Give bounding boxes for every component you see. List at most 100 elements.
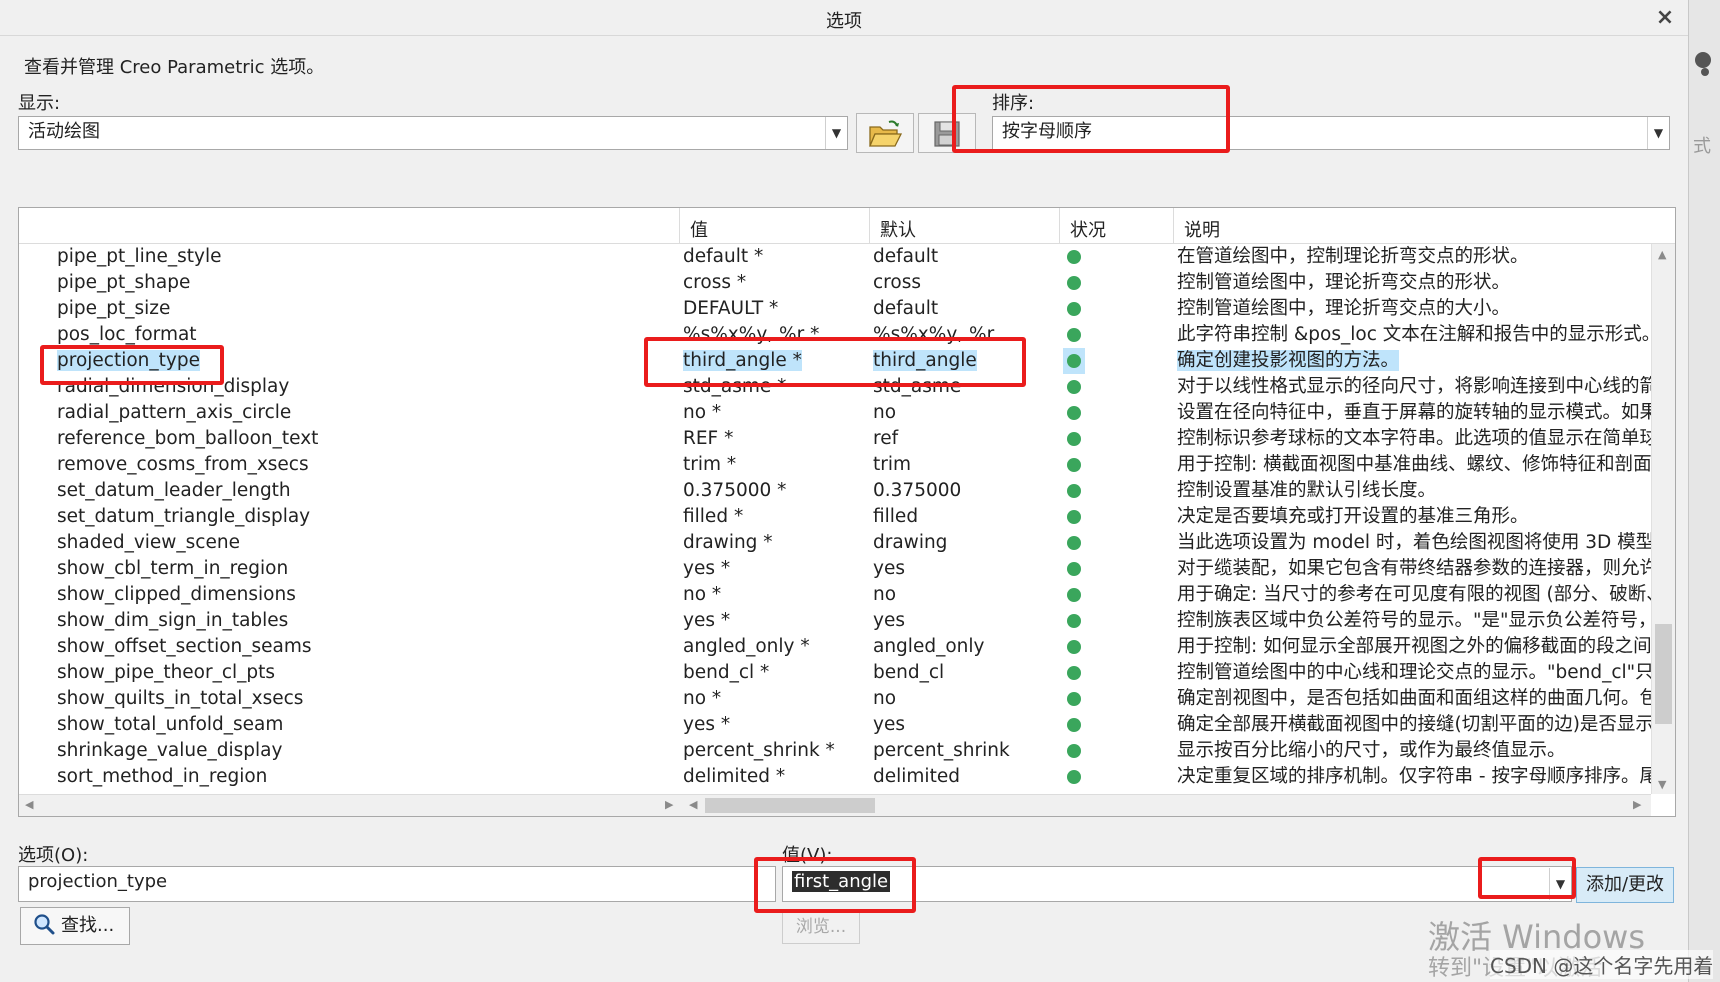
option-default-cell: no: [873, 686, 896, 712]
option-name-cell: remove_cosms_from_xsecs: [57, 452, 309, 478]
status-dot-icon: [1067, 666, 1081, 680]
option-default-cell-text: cross: [873, 272, 921, 293]
option-name-cell: shrinkage_value_display: [57, 738, 282, 764]
table-row[interactable]: shaded_view_scene drawing * drawing 当此选项设置为…: [19, 530, 1651, 556]
option-description-cell: 确定剖视图中，是否包括如曲面和面组这样的曲面几何。包括: [1177, 686, 1651, 712]
option-default-cell-text: angled_only: [873, 636, 985, 657]
option-default-cell-text: trim: [873, 454, 912, 475]
table-row[interactable]: remove_cosms_from_xsecs trim * trim 用于控制: 横…: [19, 452, 1651, 478]
option-description-cell-text: 用于确定: 当尺寸的参考在可见度有限的视图 (部分、破断、斜: [1177, 584, 1651, 605]
option-default-cell: trim: [873, 452, 911, 478]
option-value-cell-text: DEFAULT *: [683, 298, 779, 319]
option-default-cell: yes: [873, 712, 905, 738]
vertical-scrollbar[interactable]: ▲ ▼: [1651, 244, 1675, 794]
add-change-button[interactable]: 添加/更改: [1576, 867, 1674, 903]
horizontal-scrollbar-values[interactable]: ◀ ▶: [683, 794, 1651, 816]
option-name-cell: show_dim_sign_in_tables: [57, 608, 288, 634]
column-header-name[interactable]: [19, 208, 679, 244]
status-dot-icon: [1067, 536, 1081, 550]
browse-button[interactable]: 浏览...: [782, 910, 860, 944]
option-value-cell: percent_shrink *: [683, 738, 835, 764]
option-description-cell-text: 显示按百分比缩小的尺寸，或作为最终值显示。: [1177, 740, 1566, 761]
annotation-box-dropdown: [1478, 857, 1576, 899]
option-description-cell-text: 对于以线性格式显示的径向尺寸，将影响连接到中心线的箭头: [1177, 376, 1651, 397]
table-row[interactable]: show_clipped_dimensions no * no 用于确定: 当尺寸的参…: [19, 582, 1651, 608]
table-row[interactable]: radial_pattern_axis_circle no * no 设置在径向特征中…: [19, 400, 1651, 426]
option-value-cell: no *: [683, 686, 721, 712]
horizontal-scrollbar-names[interactable]: ◀ ▶: [19, 794, 683, 816]
option-input[interactable]: projection_type: [18, 866, 776, 902]
option-description-cell-text: 控制管道绘图中，理论折弯交点的形状。: [1177, 272, 1511, 293]
option-value-cell: bend_cl *: [683, 660, 769, 686]
table-row[interactable]: set_datum_triangle_display filled * filled…: [19, 504, 1651, 530]
close-button[interactable]: ×: [1650, 4, 1680, 32]
display-select[interactable]: 活动绘图 ▼: [18, 116, 848, 150]
option-default-cell-text: no: [873, 688, 897, 709]
table-row[interactable]: set_datum_leader_length 0.375000 * 0.37500…: [19, 478, 1651, 504]
option-value-cell: REF *: [683, 426, 733, 452]
open-config-button[interactable]: [856, 113, 914, 153]
option-name-cell-text: radial_pattern_axis_circle: [57, 402, 292, 423]
folder-open-icon: [869, 120, 903, 147]
column-header-description[interactable]: 说明: [1173, 208, 1651, 244]
option-name-cell: show_pipe_theor_cl_pts: [57, 660, 275, 686]
column-header-default[interactable]: 默认: [869, 208, 1059, 244]
option-default-cell: delimited: [873, 764, 960, 790]
option-default-cell-text: 0.375000: [873, 480, 962, 501]
option-default-cell-text: filled: [873, 506, 919, 527]
option-name-cell-text: show_total_unfold_seam: [57, 714, 284, 735]
table-row[interactable]: pipe_pt_shape cross * cross 控制管道绘图中，理论折弯交点的…: [19, 270, 1651, 296]
table-row[interactable]: sort_method_in_region delimited * delimite…: [19, 764, 1651, 790]
option-value-cell-text: no *: [683, 584, 722, 605]
table-row[interactable]: show_total_unfold_seam yes * yes 确定全部展开横截面视…: [19, 712, 1651, 738]
option-name-cell: sort_method_in_region: [57, 764, 267, 790]
option-default-cell: 0.375000: [873, 478, 961, 504]
table-row[interactable]: pipe_pt_size DEFAULT * default 控制管道绘图中，理论折弯…: [19, 296, 1651, 322]
status-dot-icon: [1067, 614, 1081, 628]
option-name-cell-text: sort_method_in_region: [57, 766, 268, 787]
option-description-cell: 用于控制: 横截面视图中基准曲线、螺纹、修饰特征和剖面线: [1177, 452, 1651, 478]
option-default-cell: ref: [873, 426, 898, 452]
option-description-cell-text: 确定全部展开横截面视图中的接缝(切割平面的边)是否显示。: [1177, 714, 1651, 735]
column-header-value[interactable]: 值: [679, 208, 869, 244]
annotation-box-new-value: [754, 857, 916, 913]
option-description-cell: 控制设置基准的默认引线长度。: [1177, 478, 1651, 504]
table-row[interactable]: pipe_pt_line_style default * default 在管道绘图中…: [19, 244, 1651, 270]
option-value-cell: drawing *: [683, 530, 773, 556]
find-button[interactable]: 查找...: [20, 907, 130, 945]
option-name-cell-text: shaded_view_scene: [57, 532, 240, 553]
table-row[interactable]: show_cbl_term_in_region yes * yes 对于缆装配，如果它…: [19, 556, 1651, 582]
option-default-cell: yes: [873, 556, 905, 582]
option-name-cell: pipe_pt_shape: [57, 270, 190, 296]
option-description-cell-text: 控制设置基准的默认引线长度。: [1177, 480, 1437, 501]
option-description-cell: 用于确定: 当尺寸的参考在可见度有限的视图 (部分、破断、斜: [1177, 582, 1651, 608]
table-row[interactable]: reference_bom_balloon_text REF * ref 控制标识参考…: [19, 426, 1651, 452]
status-dot-icon: [1067, 640, 1081, 654]
dialog-description: 查看并管理 Creo Parametric 选项。: [24, 57, 325, 78]
option-value-cell-text: trim *: [683, 454, 737, 475]
option-default-cell-text: yes: [873, 610, 905, 631]
option-description-cell-text: 决定重复区域的排序机制。仅字符串 - 按字母顺序排序。尾随: [1177, 766, 1651, 787]
option-description-cell-text: 控制管道绘图中，理论折弯交点的大小。: [1177, 298, 1511, 319]
search-icon: [34, 914, 55, 935]
option-default-cell-text: no: [873, 402, 897, 423]
table-row[interactable]: show_dim_sign_in_tables yes * yes 控制族表区域中负公…: [19, 608, 1651, 634]
chevron-down-icon[interactable]: ▼: [825, 117, 847, 149]
table-row[interactable]: show_offset_section_seams angled_only * an…: [19, 634, 1651, 660]
option-default-cell-text: yes: [873, 558, 905, 579]
chevron-down-icon[interactable]: ▼: [1647, 117, 1669, 149]
option-description-cell: 控制管道绘图中，理论折弯交点的大小。: [1177, 296, 1651, 322]
option-name-cell-text: shrinkage_value_display: [57, 740, 283, 761]
option-description-cell-text: 当此选项设置为 model 时，着色绘图视图将使用 3D 模型中: [1177, 532, 1651, 553]
option-description-cell-text: 在管道绘图中，控制理论折弯交点的形状。: [1177, 246, 1529, 267]
option-default-cell-text: ref: [873, 428, 899, 449]
option-description-cell-text: 控制标识参考球标的文本字符串。此选项的值显示在简单球标: [1177, 428, 1651, 449]
table-row[interactable]: shrinkage_value_display percent_shrink * p…: [19, 738, 1651, 764]
option-name-cell-text: reference_bom_balloon_text: [57, 428, 319, 449]
option-name-cell-text: pipe_pt_shape: [57, 272, 191, 293]
table-row[interactable]: show_pipe_theor_cl_pts bend_cl * bend_cl 控制…: [19, 660, 1651, 686]
option-default-cell: drawing: [873, 530, 947, 556]
column-header-status[interactable]: 状况: [1059, 208, 1173, 244]
table-row[interactable]: show_quilts_in_total_xsecs no * no 确定剖视图中，是…: [19, 686, 1651, 712]
option-description-cell: 确定全部展开横截面视图中的接缝(切割平面的边)是否显示。: [1177, 712, 1651, 738]
